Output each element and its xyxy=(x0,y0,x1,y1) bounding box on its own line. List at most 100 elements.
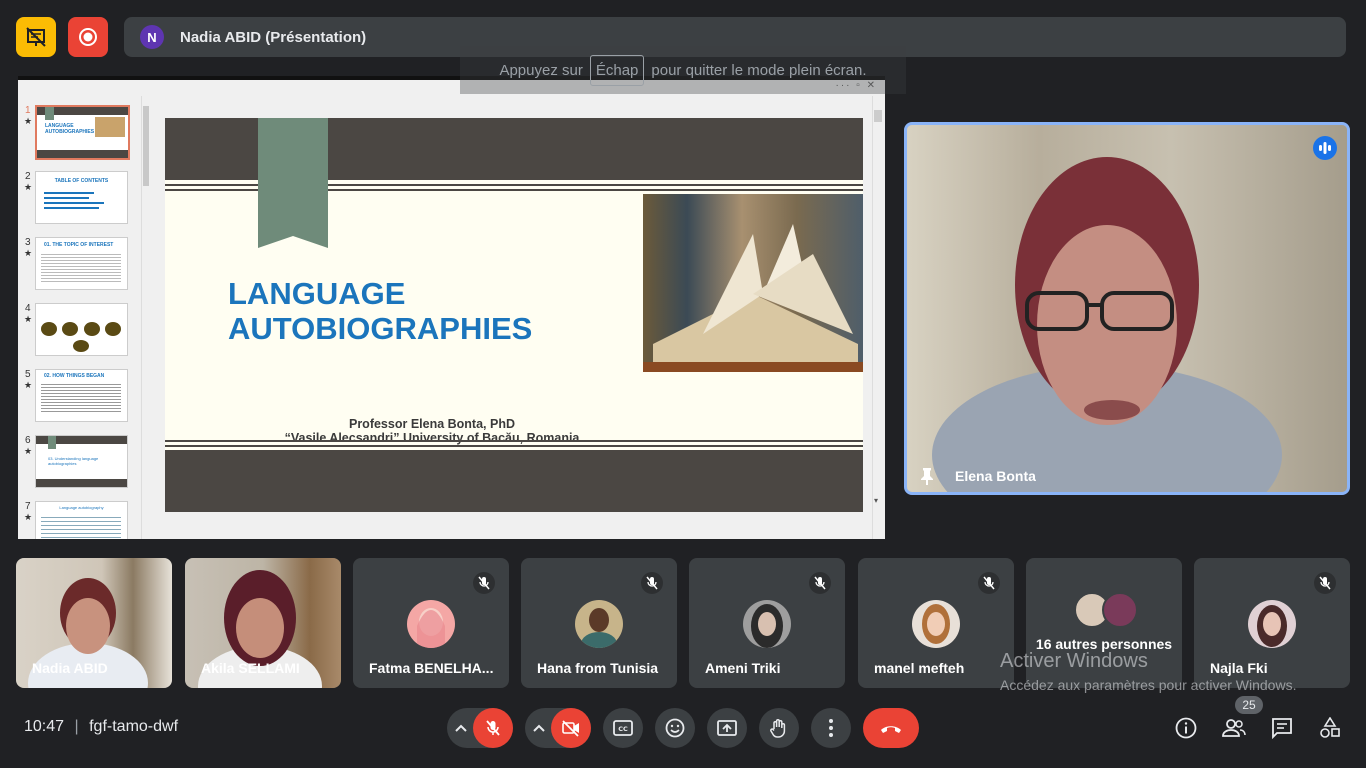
slide-thumbnails-panel[interactable]: 1 ★ LANGUAGE AUTOBIOGRAPHIES 2 ★ TABLE O… xyxy=(18,100,158,539)
emoji-icon xyxy=(665,718,685,738)
participant-name: manel mefteh xyxy=(874,660,965,676)
fullscreen-exit-hint: Appuyez sur Échap pour quitter le mode p… xyxy=(460,46,906,94)
participant-name: Hana from Tunisia xyxy=(537,660,659,676)
record-button[interactable] xyxy=(68,17,108,57)
thumbnail-row[interactable]: 1 ★ LANGUAGE AUTOBIOGRAPHIES xyxy=(18,105,148,161)
avatar xyxy=(1248,600,1296,648)
star-icon: ★ xyxy=(24,446,33,456)
participant-tile[interactable]: manel mefteh xyxy=(858,558,1014,688)
presentation-off-icon xyxy=(26,27,46,47)
meeting-info: 10:47 | fgf-tamo-dwf xyxy=(24,718,178,736)
pin-icon[interactable] xyxy=(919,467,935,485)
active-speaker-tile[interactable]: Elena Bonta xyxy=(904,122,1350,495)
chevron-up-icon xyxy=(533,724,545,732)
slide-thumbnail[interactable]: 02. HOW THINGS BEGAN xyxy=(35,369,128,422)
participant-tile[interactable]: Nadia ABID xyxy=(16,558,172,688)
esc-key-label: Échap xyxy=(589,54,645,86)
thumbnail-number: 7 xyxy=(25,501,31,512)
reactions-button[interactable] xyxy=(655,708,695,748)
slide-thumbnail[interactable]: 01. THE TOPIC OF INTEREST xyxy=(35,237,128,290)
mic-off-icon xyxy=(473,572,495,594)
raise-hand-button[interactable] xyxy=(759,708,799,748)
mic-off-icon xyxy=(1314,572,1336,594)
participant-tile[interactable]: Fatma BENELHA... xyxy=(353,558,509,688)
slide-scrollbar[interactable]: ▾ xyxy=(872,96,884,539)
audio-level-icon xyxy=(1319,142,1331,154)
thumbnail-number: 4 xyxy=(25,303,31,314)
star-icon: ★ xyxy=(24,182,33,192)
avatar xyxy=(912,600,960,648)
thumbnail-title: 03. Understanding language autobiographi… xyxy=(48,456,99,466)
camera-toggle-button[interactable] xyxy=(551,708,591,748)
chat-button[interactable] xyxy=(1264,710,1300,746)
meeting-code: fgf-tamo-dwf xyxy=(89,718,179,735)
captions-off-button[interactable] xyxy=(16,17,56,57)
mic-off-icon xyxy=(978,572,1000,594)
thumbnail-row[interactable]: 4 ★ xyxy=(18,303,148,359)
thumbnail-title: Language autobiography xyxy=(59,505,104,510)
slide-thumbnail[interactable]: Language autobiography xyxy=(35,501,128,539)
slide-thumbnail[interactable]: LANGUAGE AUTOBIOGRAPHIES xyxy=(35,105,130,160)
more-vert-icon xyxy=(829,719,833,737)
avatar xyxy=(743,600,791,648)
mic-off-icon xyxy=(641,572,663,594)
meeting-details-button[interactable] xyxy=(1168,710,1204,746)
audio-options-button[interactable] xyxy=(451,718,471,738)
present-screen-button[interactable] xyxy=(707,708,747,748)
slide-thumbnail[interactable]: 03. Understanding language autobiographi… xyxy=(35,435,128,488)
more-options-button[interactable] xyxy=(811,708,851,748)
microphone-toggle-button[interactable] xyxy=(473,708,513,748)
thumbnail-number: 2 xyxy=(25,171,31,182)
participant-tile[interactable]: Akila SELLAMI xyxy=(185,558,341,688)
thumbnail-row[interactable]: 2 ★ TABLE OF CONTENTS xyxy=(18,171,148,227)
record-icon xyxy=(79,28,97,46)
captions-button[interactable]: CC xyxy=(603,708,643,748)
thumbnail-title: 01. THE TOPIC OF INTEREST xyxy=(44,242,114,248)
presenter-avatar: N xyxy=(140,25,164,49)
separator: | xyxy=(74,718,79,735)
presenter-label: Nadia ABID (Présentation) xyxy=(180,28,367,46)
avatar xyxy=(575,600,623,648)
slide-thumbnail[interactable] xyxy=(35,303,128,356)
thumbnails-scrollbar[interactable] xyxy=(141,96,151,539)
star-icon: ★ xyxy=(24,248,33,258)
slide-thumbnail[interactable]: TABLE OF CONTENTS xyxy=(35,171,128,224)
thumbnail-row[interactable]: 7 ★ Language autobiography xyxy=(18,501,148,539)
thumbnail-row[interactable]: 3 ★ 01. THE TOPIC OF INTEREST xyxy=(18,237,148,293)
hand-icon xyxy=(770,719,786,738)
info-icon xyxy=(1175,717,1197,739)
people-icon xyxy=(1222,719,1246,737)
thumbnail-row[interactable]: 5 ★ 02. HOW THINGS BEGAN xyxy=(18,369,148,425)
camera-off-icon xyxy=(562,720,579,737)
hang-up-icon xyxy=(881,726,901,733)
chevron-up-icon xyxy=(455,724,467,732)
activities-icon xyxy=(1320,717,1340,738)
avatar xyxy=(1102,592,1138,628)
star-icon: ★ xyxy=(24,314,33,324)
people-button[interactable] xyxy=(1216,710,1252,746)
thumbnail-number: 6 xyxy=(25,435,31,446)
present-icon xyxy=(717,720,737,736)
star-icon: ★ xyxy=(24,512,33,522)
thumbnail-number: 3 xyxy=(25,237,31,248)
speaker-name: Elena Bonta xyxy=(955,468,1036,484)
avatar xyxy=(407,600,455,648)
leave-call-button[interactable] xyxy=(863,708,919,748)
thumbnail-title: 02. HOW THINGS BEGAN xyxy=(44,373,105,379)
participant-tile[interactable]: Ameni Triki xyxy=(689,558,845,688)
thumbnail-title: TABLE OF CONTENTS xyxy=(54,178,109,184)
slide-title: LANGUAGE AUTOBIOGRAPHIES xyxy=(228,276,533,346)
video-options-button[interactable] xyxy=(529,718,549,738)
speaker-video xyxy=(932,157,1282,492)
participant-name: Nadia ABID xyxy=(32,660,108,676)
book-image xyxy=(643,194,863,372)
clock-time: 10:47 xyxy=(24,718,65,735)
participant-tile[interactable]: Hana from Tunisia xyxy=(521,558,677,688)
activities-button[interactable] xyxy=(1312,710,1348,746)
closed-captions-icon: CC xyxy=(613,720,633,736)
shared-presentation-window: ··· ▫ ✕ 1 ★ LANGUAGE AUTOBIOGRAPHIES 2 ★… xyxy=(18,76,885,539)
thumbnail-row[interactable]: 6 ★ 03. Understanding language autobiogr… xyxy=(18,435,148,491)
thumbnail-title: LANGUAGE AUTOBIOGRAPHIES xyxy=(45,123,95,135)
speaking-indicator xyxy=(1313,136,1337,160)
thumbnail-number: 5 xyxy=(25,369,31,380)
